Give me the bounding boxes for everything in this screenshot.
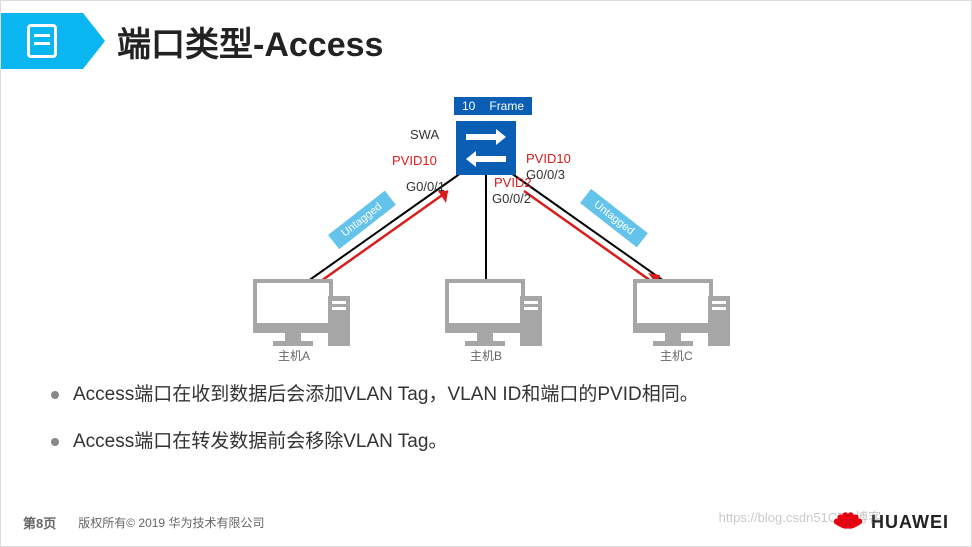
frame-vlan: 10 — [462, 99, 475, 113]
bullet-item: Access端口在转发数据前会移除VLAN Tag。 — [51, 428, 931, 457]
header-badge — [1, 13, 83, 69]
port-right-if: G0/0/3 — [526, 167, 565, 182]
frame-tag: 10 Frame — [454, 97, 532, 115]
frame-label: Frame — [489, 99, 524, 113]
brand-text: HUAWEI — [871, 512, 949, 533]
slide-header: 端口类型-Access — [1, 1, 971, 81]
host-a-icon — [246, 279, 340, 346]
copyright-text: 版权所有© 2019 华为技术有限公司 — [78, 514, 264, 531]
bullet-item: Access端口在收到数据后会添加VLAN Tag，VLAN ID和端口的PVI… — [51, 381, 931, 410]
port-left-pvid: PVID10 — [392, 153, 437, 168]
host-b-icon — [438, 279, 532, 346]
untagged-right: Untagged — [580, 189, 648, 247]
slide-title: 端口类型-Access — [117, 17, 383, 66]
network-diagram: 10 Frame SWA PVID10 G0/0/1 PVID2 G0/0/2 … — [126, 91, 846, 351]
port-left-if: G0/0/1 — [406, 179, 445, 194]
switch-name: SWA — [410, 127, 439, 142]
host-c-label: 主机C — [660, 347, 693, 364]
switch-icon — [456, 121, 516, 175]
port-right-pvid: PVID10 — [526, 151, 571, 166]
huawei-logo: HUAWEI — [831, 508, 949, 536]
chevron-right-icon — [83, 13, 105, 69]
document-icon — [27, 24, 57, 58]
untagged-left: Untagged — [328, 191, 396, 249]
page-number: 第8页 — [23, 513, 56, 532]
bullet-list: Access端口在收到数据后会添加VLAN Tag，VLAN ID和端口的PVI… — [51, 381, 931, 456]
host-b-label: 主机B — [470, 347, 502, 364]
host-a-label: 主机A — [278, 347, 310, 364]
port-mid-if: G0/0/2 — [492, 191, 531, 206]
slide-footer: 第8页 版权所有© 2019 华为技术有限公司 https://blog.csd… — [1, 508, 971, 536]
huawei-flower-icon — [831, 508, 865, 536]
host-c-icon — [626, 279, 720, 346]
